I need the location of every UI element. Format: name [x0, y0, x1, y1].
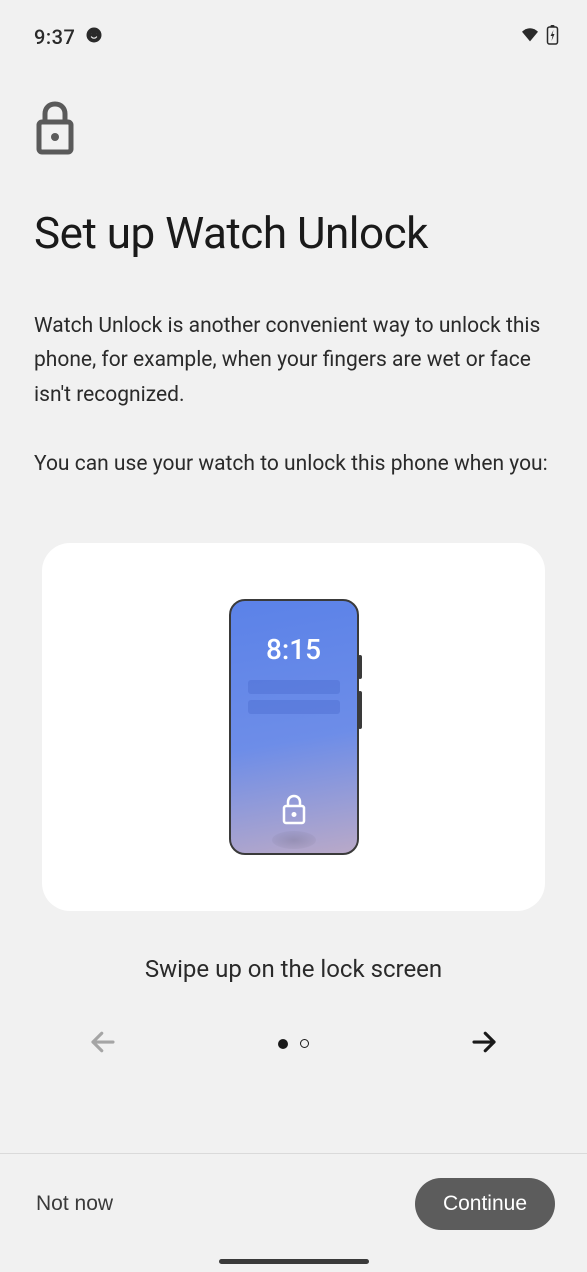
- status-bar: 9:37: [0, 0, 587, 56]
- lock-icon: [280, 793, 308, 831]
- battery-icon: [546, 25, 559, 49]
- illustration-time: 8:15: [266, 633, 321, 666]
- pager-dot-active: [278, 1039, 288, 1049]
- status-right: [520, 25, 559, 49]
- arrow-right-icon: [469, 1045, 499, 1060]
- description-2: You can use your watch to unlock this ph…: [34, 447, 553, 482]
- arrow-left-icon: [88, 1045, 118, 1060]
- illustration-caption: Swipe up on the lock screen: [34, 955, 553, 983]
- pager-dot-inactive: [300, 1039, 309, 1048]
- phone-button-decor: [358, 655, 362, 679]
- not-now-button[interactable]: Not now: [36, 1192, 113, 1216]
- nav-handle[interactable]: [219, 1259, 369, 1264]
- previous-button[interactable]: [84, 1023, 122, 1064]
- notification-placeholder: [248, 700, 340, 714]
- phone-button-decor: [358, 691, 362, 729]
- description-1: Watch Unlock is another convenient way t…: [34, 309, 553, 413]
- illustration-card: 8:15: [42, 543, 545, 911]
- continue-button[interactable]: Continue: [415, 1178, 555, 1230]
- phone-illustration: 8:15: [229, 599, 359, 855]
- pager-row: [34, 1023, 553, 1064]
- status-left: 9:37: [34, 25, 103, 49]
- bottom-bar: Not now Continue: [0, 1153, 587, 1272]
- pager-dots: [278, 1039, 309, 1049]
- wifi-icon: [520, 27, 540, 47]
- lock-icon: [34, 100, 553, 160]
- next-button[interactable]: [465, 1023, 503, 1064]
- shadow-decor: [272, 831, 316, 849]
- page-title: Set up Watch Unlock: [34, 208, 553, 259]
- notification-placeholder: [248, 680, 340, 694]
- face-icon: [85, 26, 103, 48]
- main-content: Set up Watch Unlock Watch Unlock is anot…: [0, 56, 587, 1064]
- status-time: 9:37: [34, 25, 75, 49]
